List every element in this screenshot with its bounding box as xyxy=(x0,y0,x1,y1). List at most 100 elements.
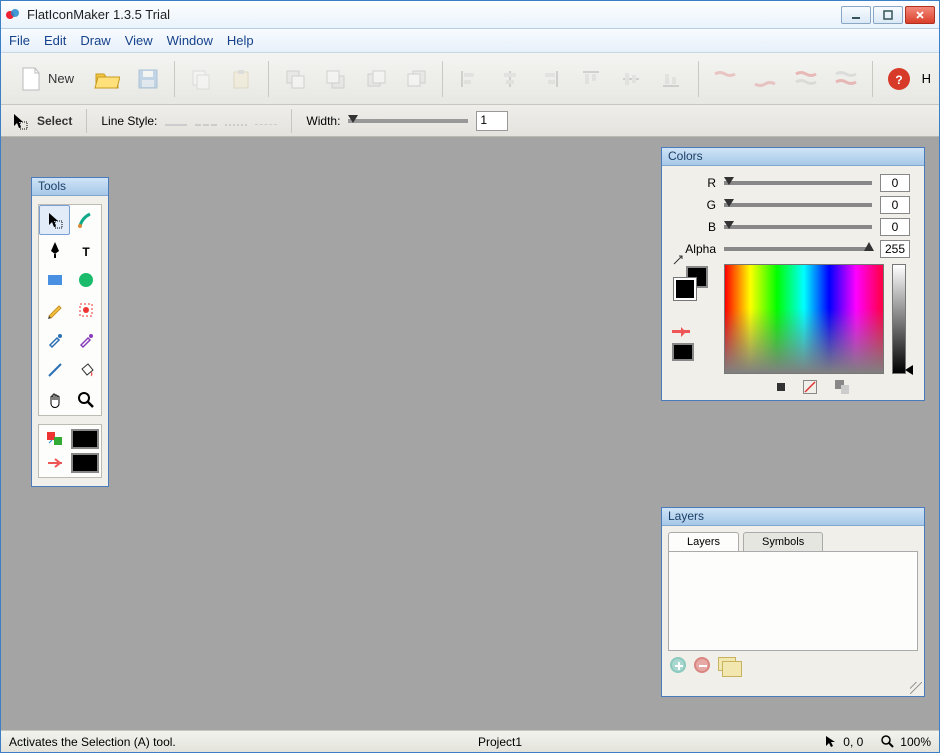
duplicate-layer-button[interactable] xyxy=(718,657,736,671)
tool-select[interactable] xyxy=(39,205,70,235)
default-colors-icon[interactable] xyxy=(43,453,67,473)
close-button[interactable] xyxy=(905,6,935,24)
layers-panel-title[interactable]: Layers xyxy=(662,508,924,526)
fg-bg-swatch-stack[interactable] xyxy=(672,264,712,304)
options-bar: Select Line Style: Width: 1 xyxy=(1,105,939,137)
blue-slider[interactable] xyxy=(724,225,872,229)
align-right-button[interactable] xyxy=(532,59,568,99)
svg-text:?: ? xyxy=(896,73,903,87)
toolbar-separator xyxy=(872,61,873,97)
flip-h-button[interactable] xyxy=(707,59,743,99)
group-front-button[interactable] xyxy=(277,59,313,99)
line-style-dotted[interactable] xyxy=(225,116,247,126)
tool-ellipse[interactable] xyxy=(70,265,101,295)
reset-colors-icon[interactable] xyxy=(672,327,690,337)
swap-colors-icon[interactable] xyxy=(43,429,67,449)
help-label: H xyxy=(922,71,931,86)
line-style-dashed[interactable] xyxy=(195,116,217,126)
select-icon xyxy=(11,112,29,130)
align-center-v-button[interactable] xyxy=(613,59,649,99)
window-title: FlatIconMaker 1.3.5 Trial xyxy=(27,7,841,22)
width-slider[interactable] xyxy=(348,119,468,123)
copy-button[interactable] xyxy=(183,59,219,99)
color-mode-none[interactable] xyxy=(803,380,817,394)
menu-file[interactable]: File xyxy=(9,33,30,48)
tool-eyedropper[interactable] xyxy=(39,325,70,355)
align-top-button[interactable] xyxy=(572,59,608,99)
green-slider[interactable] xyxy=(724,203,872,207)
current-tool-indicator: Select xyxy=(11,112,72,130)
colors-panel-title[interactable]: Colors xyxy=(662,148,924,166)
tool-color-dropper[interactable] xyxy=(70,325,101,355)
tool-zoom[interactable] xyxy=(70,385,101,415)
tool-line[interactable] xyxy=(39,355,70,385)
color-spectrum[interactable] xyxy=(724,264,884,374)
tab-layers[interactable]: Layers xyxy=(668,532,739,551)
delete-layer-button[interactable] xyxy=(694,657,710,673)
alpha-slider[interactable] xyxy=(724,247,872,251)
status-bar: Activates the Selection (A) tool. Projec… xyxy=(1,730,939,752)
menu-draw[interactable]: Draw xyxy=(80,33,110,48)
layer-actions xyxy=(662,651,924,679)
menu-bar: File Edit Draw View Window Help xyxy=(1,29,939,53)
status-coords: 0, 0 xyxy=(824,735,863,749)
save-button[interactable] xyxy=(129,59,165,99)
align-center-h-button[interactable] xyxy=(492,59,528,99)
status-zoom: 100% xyxy=(881,735,931,749)
alpha-value[interactable]: 255 xyxy=(880,240,910,258)
menu-help[interactable]: Help xyxy=(227,33,254,48)
tool-text[interactable]: T xyxy=(70,235,101,265)
add-layer-button[interactable] xyxy=(670,657,686,673)
app-icon xyxy=(5,7,21,23)
workspace-canvas[interactable]: Tools T xyxy=(1,137,939,730)
rotate-left-button[interactable] xyxy=(787,59,823,99)
background-swatch[interactable] xyxy=(71,453,99,473)
value-bar[interactable] xyxy=(892,264,906,374)
menu-view[interactable]: View xyxy=(125,33,153,48)
new-button[interactable]: New xyxy=(9,59,85,99)
menu-window[interactable]: Window xyxy=(167,33,213,48)
tool-pen[interactable] xyxy=(39,235,70,265)
green-value[interactable]: 0 xyxy=(880,196,910,214)
line-style-thin[interactable] xyxy=(255,116,277,125)
tool-bucket[interactable] xyxy=(70,355,101,385)
rotate-right-button[interactable] xyxy=(828,59,864,99)
send-backward-button[interactable] xyxy=(398,59,434,99)
maximize-button[interactable] xyxy=(873,6,903,24)
color-swatches xyxy=(38,424,102,478)
group-back-button[interactable] xyxy=(317,59,353,99)
blue-value[interactable]: 0 xyxy=(880,218,910,236)
paste-button[interactable] xyxy=(223,59,259,99)
tools-panel: Tools T xyxy=(31,177,109,487)
line-style-solid[interactable] xyxy=(165,116,187,126)
width-input[interactable]: 1 xyxy=(476,111,508,131)
resize-grip-icon[interactable] xyxy=(910,682,922,694)
tools-panel-title[interactable]: Tools xyxy=(32,178,108,196)
help-button[interactable]: ? xyxy=(881,59,917,99)
tab-symbols[interactable]: Symbols xyxy=(743,532,823,551)
open-button[interactable] xyxy=(89,59,125,99)
layer-list[interactable] xyxy=(668,551,918,651)
color-mode-solid[interactable] xyxy=(777,383,785,391)
tool-rectangle[interactable] xyxy=(39,265,70,295)
zoom-icon xyxy=(881,735,895,749)
align-left-button[interactable] xyxy=(451,59,487,99)
minimize-button[interactable] xyxy=(841,6,871,24)
color-mode-swap[interactable] xyxy=(835,380,849,394)
current-color-swatch[interactable] xyxy=(672,343,694,361)
tool-hand[interactable] xyxy=(39,385,70,415)
tool-pencil[interactable] xyxy=(39,295,70,325)
toolbar-separator xyxy=(698,61,699,97)
new-button-label: New xyxy=(48,71,74,86)
svg-text:T: T xyxy=(82,245,90,259)
foreground-swatch[interactable] xyxy=(71,429,99,449)
flip-v-button[interactable] xyxy=(747,59,783,99)
align-bottom-button[interactable] xyxy=(653,59,689,99)
menu-edit[interactable]: Edit xyxy=(44,33,66,48)
tool-marquee[interactable] xyxy=(70,295,101,325)
red-slider[interactable] xyxy=(724,181,872,185)
status-project: Project1 xyxy=(194,735,807,749)
tool-brush[interactable] xyxy=(70,205,101,235)
red-value[interactable]: 0 xyxy=(880,174,910,192)
bring-forward-button[interactable] xyxy=(357,59,393,99)
